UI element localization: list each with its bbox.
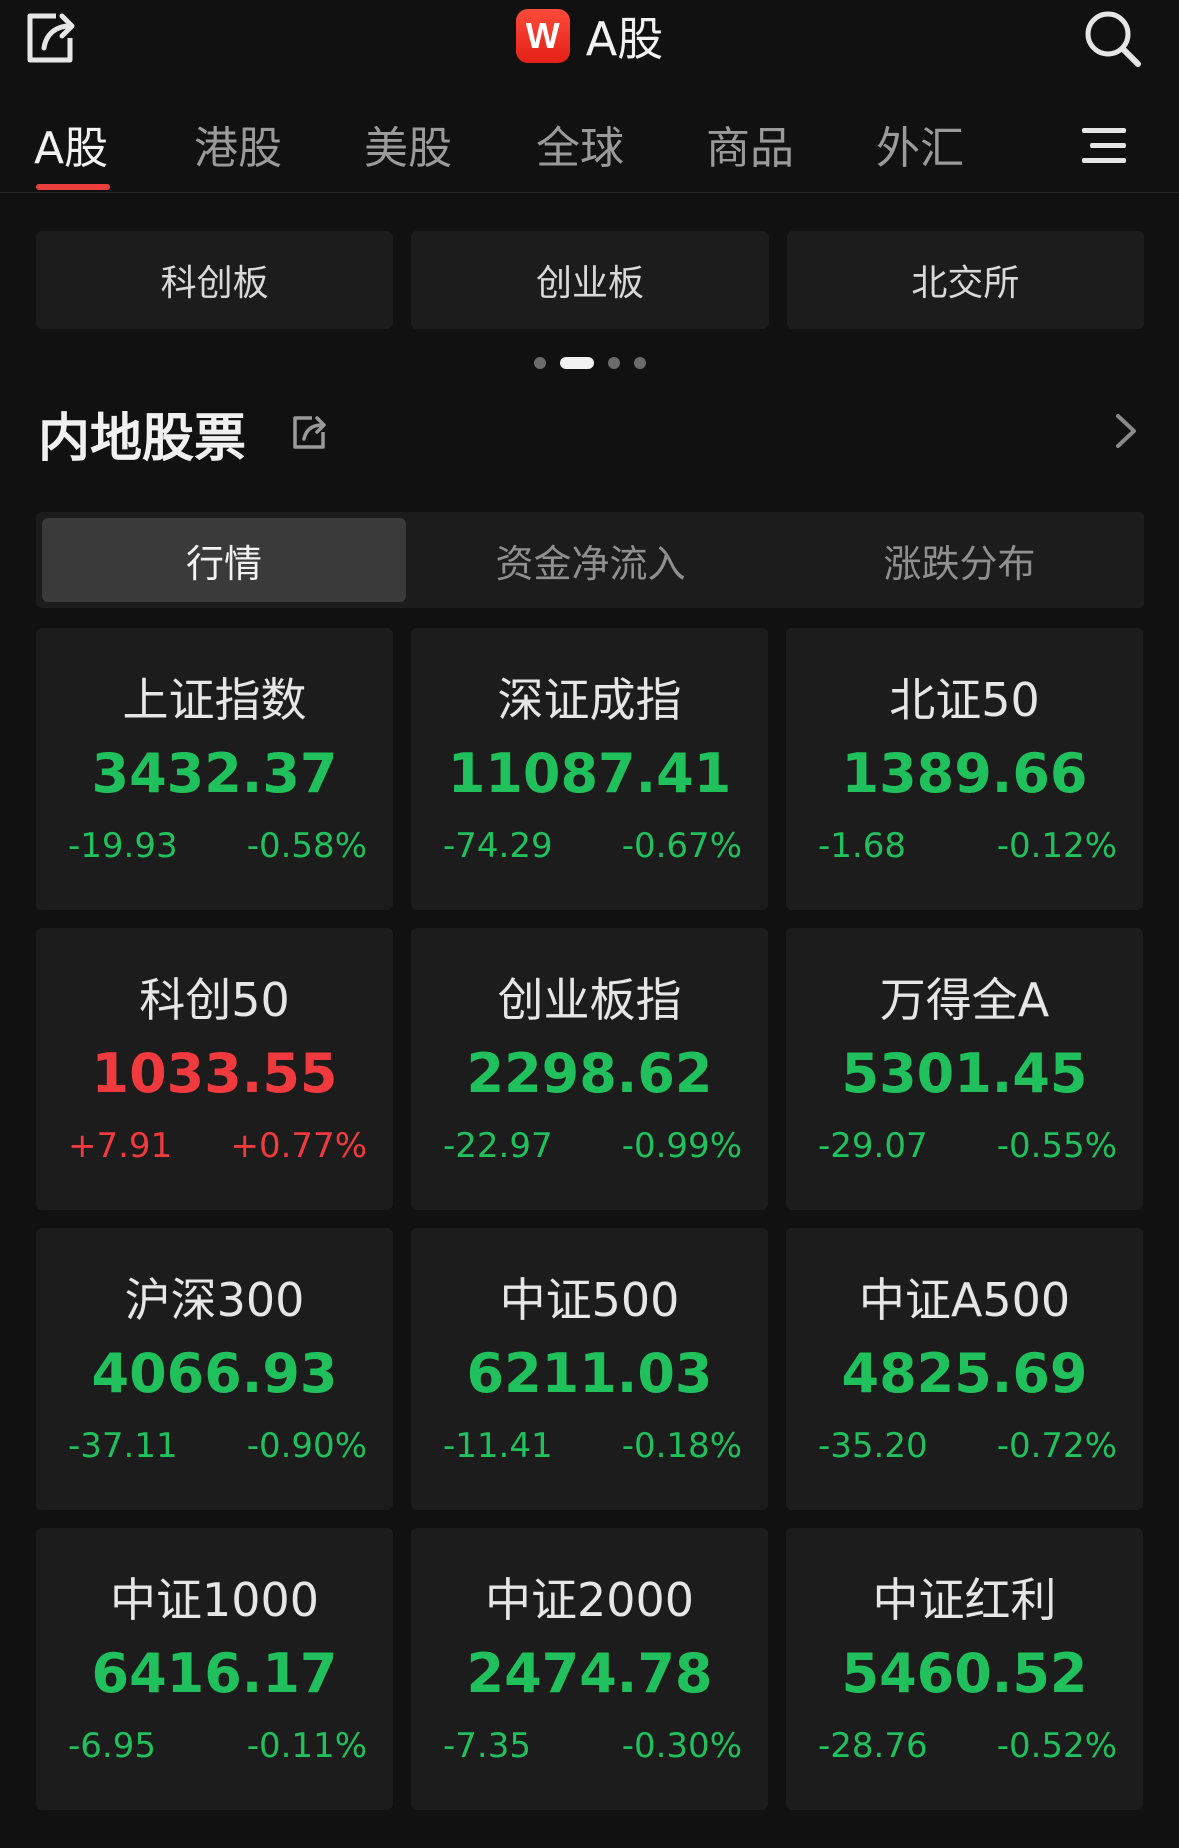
index-change-percent: +0.77% — [230, 1126, 368, 1166]
index-change: -1.68 — [818, 826, 906, 866]
index-change-percent: -0.67% — [621, 826, 742, 866]
index-change: -6.95 — [68, 1726, 156, 1766]
board-star-market-button[interactable]: 科创板 — [36, 231, 394, 329]
index-change-percent: -0.90% — [246, 1426, 367, 1466]
index-name: 中证2000 — [484, 1573, 695, 1627]
active-tab-indicator — [36, 184, 110, 190]
index-change-percent: -0.12% — [996, 826, 1117, 866]
index-price: 4825.69 — [841, 1342, 1088, 1405]
index-name: 中证红利 — [872, 1573, 1057, 1627]
index-change-percent: -0.52% — [996, 1726, 1117, 1766]
search-icon[interactable] — [1080, 6, 1144, 70]
index-change-percent: -0.11% — [246, 1726, 367, 1766]
index-name: 创业板指 — [497, 973, 682, 1027]
pager-dot[interactable] — [633, 357, 646, 369]
index-card[interactable]: 中证A500 4825.69 -35.20 -0.72% — [786, 1228, 1143, 1510]
index-price: 6416.17 — [91, 1642, 338, 1705]
pager-dot[interactable] — [607, 357, 620, 369]
index-card[interactable]: 创业板指 2298.62 -22.97 -0.99% — [411, 928, 768, 1210]
app-logo: W — [515, 9, 570, 63]
section-title: 内地股票 — [38, 409, 247, 469]
section-header[interactable]: 内地股票 — [38, 390, 1148, 469]
index-grid: 上证指数 3432.37 -19.93 -0.58% 深证成指 11087.41… — [36, 628, 1144, 1810]
chevron-right-icon[interactable] — [1108, 410, 1144, 452]
index-change: -74.29 — [443, 826, 553, 866]
segment-net-inflow[interactable]: 资金净流入 — [406, 512, 775, 608]
segment-distribution[interactable]: 涨跌分布 — [775, 512, 1144, 608]
index-change: -37.11 — [68, 1426, 178, 1466]
index-change: -11.41 — [443, 1426, 553, 1466]
index-name: 中证A500 — [858, 1273, 1071, 1327]
index-change-percent: -0.58% — [246, 826, 367, 866]
market-tab-bar: A股 港股 美股 全球 商品 外汇 — [0, 90, 1179, 193]
carousel-pager — [0, 356, 1179, 370]
index-change: +7.91 — [68, 1126, 173, 1166]
index-change-percent: -0.55% — [996, 1126, 1117, 1166]
index-change: -29.07 — [818, 1126, 928, 1166]
index-name: 科创50 — [139, 973, 290, 1027]
index-card[interactable]: 上证指数 3432.37 -19.93 -0.58% — [36, 628, 393, 910]
index-price: 6211.03 — [466, 1342, 713, 1405]
tab-a-shares[interactable]: A股 — [34, 112, 108, 176]
index-card[interactable]: 中证2000 2474.78 -7.35 -0.30% — [411, 1528, 768, 1810]
index-price: 1033.55 — [91, 1042, 338, 1105]
board-shortcuts: 科创板 创业板 北交所 — [36, 231, 1144, 329]
tab-forex[interactable]: 外汇 — [876, 112, 964, 176]
tab-global[interactable]: 全球 — [536, 112, 624, 176]
menu-icon[interactable] — [1080, 126, 1128, 166]
index-card[interactable]: 沪深300 4066.93 -37.11 -0.90% — [36, 1228, 393, 1510]
index-change: -35.20 — [818, 1426, 928, 1466]
index-name: 沪深300 — [124, 1273, 305, 1327]
tab-hk-stocks[interactable]: 港股 — [194, 112, 282, 176]
index-card[interactable]: 中证红利 5460.52 -28.76 -0.52% — [786, 1528, 1143, 1810]
index-price: 2298.62 — [466, 1042, 713, 1105]
pager-dot-active[interactable] — [559, 357, 594, 369]
index-card[interactable]: 科创50 1033.55 +7.91 +0.77% — [36, 928, 393, 1210]
index-price: 3432.37 — [91, 742, 338, 805]
index-change-percent: -0.72% — [996, 1426, 1117, 1466]
index-change: -19.93 — [68, 826, 178, 866]
segment-quotes[interactable]: 行情 — [42, 518, 406, 602]
index-card[interactable]: 中证1000 6416.17 -6.95 -0.11% — [36, 1528, 393, 1810]
top-bar: W A股 — [0, 0, 1179, 80]
app-logo-text: W — [525, 15, 560, 56]
board-bse-button[interactable]: 北交所 — [786, 231, 1144, 329]
index-card[interactable]: 中证500 6211.03 -11.41 -0.18% — [411, 1228, 768, 1510]
index-name: 北证50 — [889, 673, 1040, 727]
share-icon[interactable] — [22, 8, 82, 68]
index-price: 5460.52 — [841, 1642, 1088, 1705]
index-price: 11087.41 — [447, 742, 732, 805]
index-price: 5301.45 — [841, 1042, 1088, 1105]
index-change-percent: -0.30% — [621, 1726, 742, 1766]
index-name: 中证500 — [499, 1273, 680, 1327]
board-chinext-button[interactable]: 创业板 — [411, 231, 769, 329]
index-name: 万得全A — [879, 973, 1050, 1027]
tab-us-stocks[interactable]: 美股 — [364, 112, 452, 176]
tab-commodities[interactable]: 商品 — [706, 112, 794, 176]
index-price: 4066.93 — [91, 1342, 338, 1405]
index-card[interactable]: 北证50 1389.66 -1.68 -0.12% — [786, 628, 1143, 910]
index-card[interactable]: 深证成指 11087.41 -74.29 -0.67% — [411, 628, 768, 910]
index-name: 深证成指 — [497, 673, 682, 727]
page-title: A股 — [585, 12, 664, 66]
index-change-percent: -0.99% — [621, 1126, 742, 1166]
index-name: 中证1000 — [109, 1573, 320, 1627]
index-card[interactable]: 万得全A 5301.45 -29.07 -0.55% — [786, 928, 1143, 1210]
index-price: 1389.66 — [841, 742, 1088, 805]
index-price: 2474.78 — [466, 1642, 713, 1705]
pager-dot[interactable] — [533, 357, 546, 369]
share-icon[interactable] — [290, 412, 330, 452]
index-change: -28.76 — [818, 1726, 928, 1766]
index-change-percent: -0.18% — [621, 1426, 742, 1466]
view-segmented-control: 行情 资金净流入 涨跌分布 — [36, 512, 1144, 608]
index-change: -22.97 — [443, 1126, 553, 1166]
index-name: 上证指数 — [122, 673, 307, 727]
index-change: -7.35 — [443, 1726, 531, 1766]
